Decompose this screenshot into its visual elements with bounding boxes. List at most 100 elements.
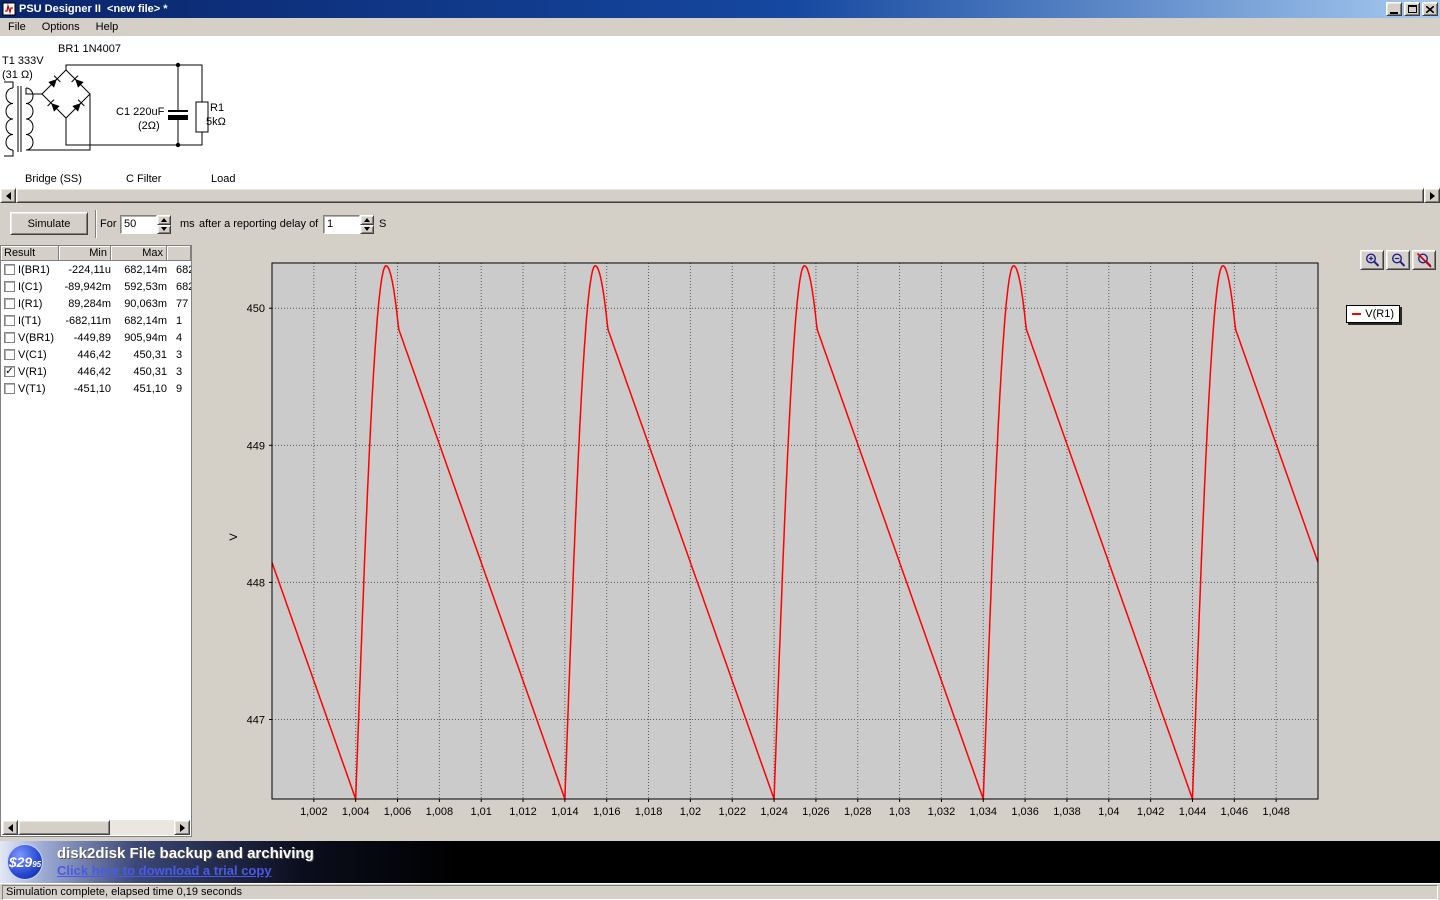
duration-spin-up[interactable] [157,215,171,225]
delay-input[interactable]: 1 [323,215,360,234]
result-row[interactable]: I(R1)89,284m90,063m77 [1,295,191,312]
minimize-icon [1390,12,1398,14]
close-button[interactable] [1422,2,1438,16]
result-name: V(R1) [18,366,59,378]
schematic-scrollbar[interactable] [0,188,1440,203]
menu-file[interactable]: File [0,19,34,35]
schematic-panel: BR1 1N4007 T1 333V (31 Ω) C1 220uF (2Ω) … [0,36,1440,188]
delay-label: after a reporting delay of [199,218,318,230]
result-checkbox[interactable] [4,349,15,360]
capacitor-impedance-label: (2Ω) [138,120,160,132]
x-tick-label: 1,044 [1179,806,1207,818]
result-min: -449,89 [59,332,111,344]
duration-spinner[interactable]: 50 [120,215,171,234]
circuit-schematic[interactable]: BR1 1N4007 T1 333V (31 Ω) C1 220uF (2Ω) … [0,36,280,188]
ad-banner[interactable]: $2995 disk2disk File backup and archivin… [0,841,1440,883]
duration-spin-down[interactable] [157,225,171,235]
menu-options[interactable]: Options [34,19,88,35]
scrollbar-track[interactable] [110,820,174,835]
capacitor-bottom-plate [168,115,188,120]
x-tick-label: 1,004 [342,806,370,818]
result-row[interactable]: V(T1)-451,10451,109 [1,380,191,397]
badge-price: $29 [9,854,32,870]
result-checkbox[interactable] [4,383,15,394]
result-row[interactable]: I(T1)-682,11m682,14m1 [1,312,191,329]
result-extra: 3 [167,349,191,361]
section-filter-label: C Filter [126,173,162,185]
x-tick-label: 1,036 [1011,806,1039,818]
result-checkbox[interactable] [4,264,15,275]
waveform-plot[interactable]: V 1,0021,0041,0061,0081,011,0121,0141,01… [192,245,1440,841]
result-max: 450,31 [111,366,167,378]
zoom-in-button[interactable] [1360,250,1384,270]
result-min: -224,11u [59,264,111,276]
x-tick-label: 1,042 [1137,806,1165,818]
result-extra: 9 [167,383,191,395]
result-checkbox[interactable] [4,281,15,292]
arrow-down-icon [161,227,167,231]
result-row[interactable]: V(BR1)-449,89905,94m4 [1,329,191,346]
delay-spin-up[interactable] [360,215,374,225]
minimize-button[interactable] [1386,2,1402,16]
y-tick-label: 447 [247,714,265,726]
scroll-left-button[interactable] [2,820,18,835]
scroll-left-button[interactable] [0,188,16,203]
result-max: 682,14m [111,264,167,276]
x-tick-label: 1,03 [889,806,910,818]
delay-spin-down[interactable] [360,225,374,235]
menu-help[interactable]: Help [88,19,127,35]
x-tick-label: 1,016 [593,806,621,818]
scrollbar-thumb[interactable] [16,188,1424,203]
legend-box[interactable]: V(R1) [1346,305,1400,323]
resistor-label: R1 [210,102,224,114]
result-max: 451,10 [111,383,167,395]
scroll-right-button[interactable] [174,820,190,835]
arrow-right-icon [180,824,185,832]
result-min: -451,10 [59,383,111,395]
scroll-right-button[interactable] [1424,188,1440,203]
scrollbar-thumb[interactable] [18,820,110,835]
result-min: 89,284m [59,298,111,310]
column-header-max[interactable]: Max [111,246,167,261]
column-header-extra[interactable] [167,246,191,261]
x-tick-label: 1,02 [680,806,701,818]
zoom-off-button[interactable] [1412,250,1436,270]
result-name: I(C1) [18,281,59,293]
result-name: I(R1) [18,298,59,310]
y-axis-label: V [228,533,240,541]
result-row[interactable]: ✓V(R1)446,42450,313 [1,363,191,380]
result-checkbox[interactable]: ✓ [4,366,15,377]
x-tick-label: 1,046 [1221,806,1249,818]
duration-input[interactable]: 50 [120,215,157,234]
result-row[interactable]: I(C1)-89,942m592,53m682 [1,278,191,295]
zoom-out-button[interactable] [1386,250,1410,270]
close-icon [1426,6,1434,13]
plot-background[interactable] [272,263,1318,799]
result-row[interactable]: V(C1)446,42450,313 [1,346,191,363]
ad-download-link[interactable]: Click here to download a trial copy [57,863,272,878]
result-name: I(T1) [18,315,59,327]
column-header-min[interactable]: Min [59,246,111,261]
results-panel: Result Min Max I(BR1)-224,11u682,14m682I… [0,245,192,837]
result-checkbox[interactable] [4,332,15,343]
simulate-button[interactable]: Simulate [10,212,88,235]
result-row[interactable]: I(BR1)-224,11u682,14m682 [1,261,191,278]
result-checkbox[interactable] [4,298,15,309]
result-checkbox[interactable] [4,315,15,326]
section-load-label: Load [211,173,235,185]
arrow-left-icon [8,824,13,832]
maximize-button[interactable] [1404,2,1420,16]
results-scrollbar[interactable] [2,820,190,835]
psu-app-icon [2,2,16,16]
column-header-result[interactable]: Result [1,246,59,261]
result-extra: 682 [167,281,191,293]
status-bar: Simulation complete, elapsed time 0,19 s… [0,883,1440,900]
result-min: -89,942m [59,281,111,293]
x-tick-label: 1,012 [509,806,537,818]
x-tick-label: 1,006 [384,806,412,818]
result-max: 592,53m [111,281,167,293]
x-tick-label: 1,034 [970,806,998,818]
circuit-wires [4,65,208,156]
delay-spinner[interactable]: 1 [323,215,374,234]
simulation-toolbar: Simulate For 50 ms after a reporting del… [0,203,1440,245]
